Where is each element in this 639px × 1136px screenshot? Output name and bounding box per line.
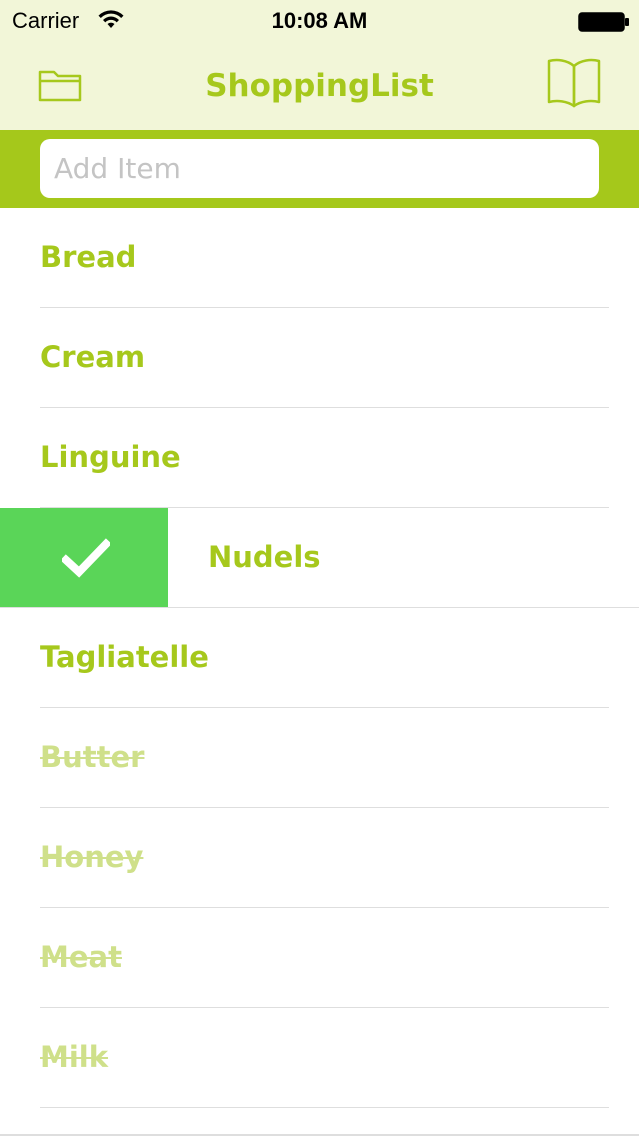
- add-item-bar: [0, 130, 639, 208]
- item-label: Bread: [40, 240, 137, 274]
- battery-icon: [578, 12, 629, 32]
- check-icon: [62, 538, 110, 578]
- item-label: Butter: [40, 740, 145, 774]
- item-label: Cream: [40, 340, 146, 374]
- item-label: Tagliatelle: [40, 640, 209, 674]
- item-label: Honey: [40, 840, 144, 874]
- item-label: Meat: [40, 940, 122, 974]
- item-label: Milk: [40, 1040, 109, 1074]
- list-item-checked[interactable]: Milk: [40, 1008, 609, 1108]
- item-label: Linguine: [40, 440, 181, 474]
- status-bar: Carrier 10:08 AM: [0, 0, 639, 42]
- mark-done-button[interactable]: [0, 508, 168, 607]
- list-item[interactable]: Bread: [40, 208, 609, 308]
- list-item[interactable]: Linguine: [40, 408, 609, 508]
- add-item-input[interactable]: [40, 139, 599, 198]
- list-item[interactable]: Cream: [40, 308, 609, 408]
- app-screen: Carrier 10:08 AM ShoppingList Bread: [0, 0, 639, 1136]
- shopping-list: Bread Cream Linguine Nudels Tagliatelle …: [0, 208, 639, 1136]
- list-item-checked[interactable]: Butter: [40, 708, 609, 808]
- status-time: 10:08 AM: [271, 8, 368, 33]
- list-item[interactable]: Tagliatelle: [40, 608, 609, 708]
- page-title: ShoppingList: [205, 68, 434, 104]
- list-item-checked[interactable]: Honey: [40, 808, 609, 908]
- navigation-bar: ShoppingList: [0, 42, 639, 130]
- item-label: Nudels: [208, 540, 321, 574]
- list-item-swiped[interactable]: Nudels: [0, 508, 639, 608]
- list-item-checked[interactable]: Meat: [40, 908, 609, 1008]
- book-icon[interactable]: [545, 56, 603, 110]
